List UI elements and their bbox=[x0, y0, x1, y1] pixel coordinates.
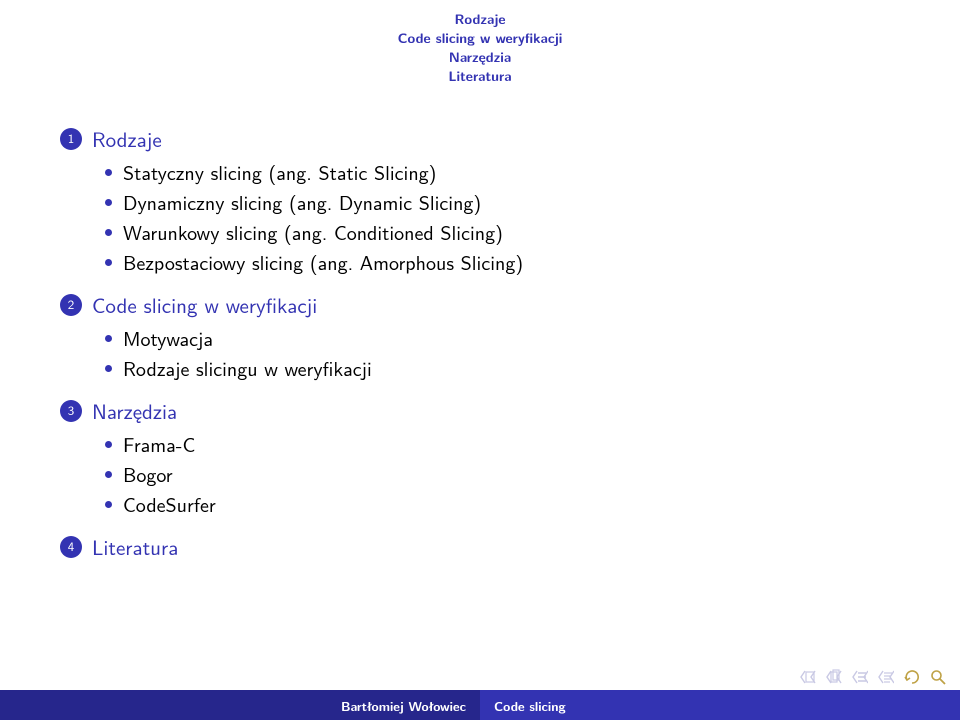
section-1: 1 Rodzaje Statyczny slicing (ang. Static… bbox=[60, 124, 900, 278]
section-title-link[interactable]: Narzędzia bbox=[92, 396, 177, 426]
section-number-badge: 2 bbox=[60, 294, 82, 316]
outline-item[interactable]: Rodzaje slicingu w weryfikacji bbox=[105, 354, 900, 384]
nav-search-icon[interactable] bbox=[930, 669, 946, 685]
outline-item[interactable]: Warunkowy slicing (ang. Conditioned Slic… bbox=[105, 218, 900, 248]
outline-item[interactable]: Dynamiczny slicing (ang. Dynamic Slicing… bbox=[105, 188, 900, 218]
section-number-badge: 4 bbox=[60, 536, 82, 558]
section-2: 2 Code slicing w weryfikacji Motywacja R… bbox=[60, 290, 900, 384]
section-title-link[interactable]: Rodzaje bbox=[92, 124, 162, 154]
section-number-badge: 1 bbox=[60, 128, 82, 150]
outline-item[interactable]: Motywacja bbox=[105, 324, 900, 354]
beamer-nav-symbols bbox=[800, 664, 946, 690]
nav-prev-frame-icon[interactable] bbox=[826, 669, 842, 685]
section-title-link[interactable]: Code slicing w weryfikacji bbox=[92, 290, 317, 320]
header-section-link[interactable]: Literatura bbox=[0, 67, 960, 86]
header-section-link[interactable]: Code slicing w weryfikacji bbox=[0, 29, 960, 48]
footer: Bartłomiej Wołowiec Code slicing bbox=[0, 690, 960, 720]
section-3: 3 Narzędzia Frama-C Bogor CodeSurfer bbox=[60, 396, 900, 520]
header-nav: Rodzaje Code slicing w weryfikacji Narzę… bbox=[0, 0, 960, 94]
nav-prev-slide-icon[interactable] bbox=[800, 669, 816, 685]
outline-body: 1 Rodzaje Statyczny slicing (ang. Static… bbox=[0, 94, 960, 690]
nav-prev-subsection-icon[interactable] bbox=[878, 669, 894, 685]
footer-author: Bartłomiej Wołowiec bbox=[0, 690, 480, 720]
header-section-link[interactable]: Rodzaje bbox=[0, 10, 960, 29]
outline-item[interactable]: Statyczny slicing (ang. Static Slicing) bbox=[105, 158, 900, 188]
outline-item[interactable]: CodeSurfer bbox=[105, 490, 900, 520]
section-title-link[interactable]: Literatura bbox=[92, 532, 178, 562]
nav-back-icon[interactable] bbox=[904, 669, 920, 685]
outline-item[interactable]: Bezpostaciowy slicing (ang. Amorphous Sl… bbox=[105, 248, 900, 278]
nav-prev-section-icon[interactable] bbox=[852, 669, 868, 685]
outline-item[interactable]: Frama-C bbox=[105, 430, 900, 460]
section-number-badge: 3 bbox=[60, 400, 82, 422]
footer-title: Code slicing bbox=[480, 690, 960, 720]
header-section-link[interactable]: Narzędzia bbox=[0, 48, 960, 67]
section-4: 4 Literatura bbox=[60, 532, 900, 562]
outline-item[interactable]: Bogor bbox=[105, 460, 900, 490]
